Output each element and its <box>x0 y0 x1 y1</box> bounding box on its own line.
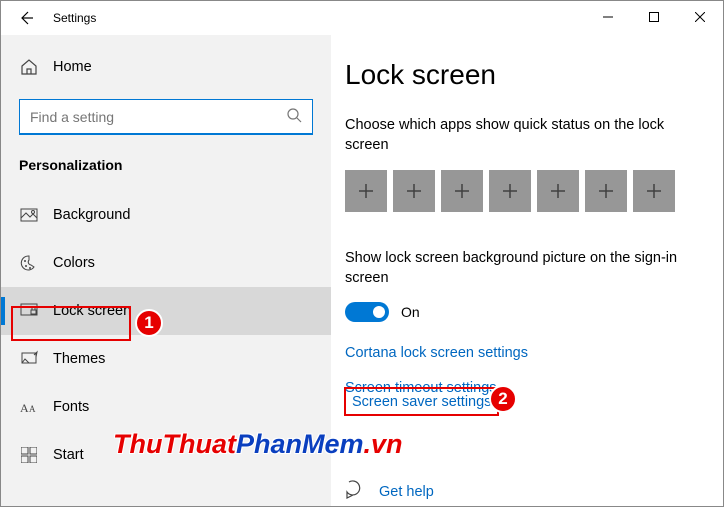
signin-bg-description: Show lock screen background picture on t… <box>345 248 709 289</box>
quick-status-slot[interactable] <box>489 170 531 212</box>
signin-bg-toggle-label: On <box>401 304 420 320</box>
fonts-icon: AA <box>19 397 39 417</box>
sidebar-item-background[interactable]: Background <box>1 191 331 239</box>
picture-icon <box>19 205 39 225</box>
sidebar-home-label: Home <box>53 59 92 75</box>
sidebar-item-fonts[interactable]: AA Fonts <box>1 383 331 431</box>
sidebar-section-header: Personalization <box>1 151 331 191</box>
back-button[interactable] <box>17 9 35 27</box>
sidebar-item-label: Background <box>53 207 130 223</box>
help-icon <box>345 480 365 503</box>
quick-status-slot[interactable] <box>633 170 675 212</box>
sidebar-item-label: Start <box>53 447 84 463</box>
quick-status-slot[interactable] <box>585 170 627 212</box>
palette-icon <box>19 253 39 273</box>
page-heading: Lock screen <box>345 59 709 91</box>
sidebar-item-lock-screen[interactable]: Lock screen <box>1 287 331 335</box>
sidebar-item-label: Themes <box>53 351 105 367</box>
sidebar-item-label: Lock screen <box>53 303 131 319</box>
home-icon <box>19 57 39 77</box>
quick-status-description: Choose which apps show quick status on t… <box>345 115 709 156</box>
lock-screen-icon <box>19 301 39 321</box>
themes-icon <box>19 349 39 369</box>
close-button[interactable] <box>677 1 723 33</box>
quick-status-tiles <box>345 170 709 212</box>
maximize-button[interactable] <box>631 1 677 33</box>
link-screen-saver[interactable]: Screen saver settings <box>352 394 491 410</box>
annotation-callout-1: 1 <box>135 309 163 337</box>
sidebar-item-themes[interactable]: Themes <box>1 335 331 383</box>
svg-text:A: A <box>29 404 36 414</box>
annotation-highlight-2: Screen saver settings <box>344 387 499 416</box>
window-title: Settings <box>53 11 96 25</box>
svg-text:A: A <box>20 401 29 415</box>
sidebar-home[interactable]: Home <box>1 43 331 91</box>
quick-status-slot[interactable] <box>345 170 387 212</box>
sidebar-item-colors[interactable]: Colors <box>1 239 331 287</box>
link-get-help[interactable]: Get help <box>379 484 434 500</box>
search-icon[interactable] <box>286 107 302 126</box>
link-cortana-settings[interactable]: Cortana lock screen settings <box>345 345 528 361</box>
quick-status-slot[interactable] <box>441 170 483 212</box>
search-input[interactable] <box>30 109 286 125</box>
signin-bg-toggle[interactable] <box>345 302 389 322</box>
start-icon <box>19 445 39 465</box>
search-input-wrap[interactable] <box>19 99 313 135</box>
sidebar-item-label: Fonts <box>53 399 89 415</box>
minimize-button[interactable] <box>585 1 631 33</box>
sidebar-item-label: Colors <box>53 255 95 271</box>
watermark: ThuThuatPhanMem.vn <box>113 429 403 460</box>
annotation-callout-2: 2 <box>489 385 517 413</box>
quick-status-slot[interactable] <box>393 170 435 212</box>
quick-status-slot[interactable] <box>537 170 579 212</box>
